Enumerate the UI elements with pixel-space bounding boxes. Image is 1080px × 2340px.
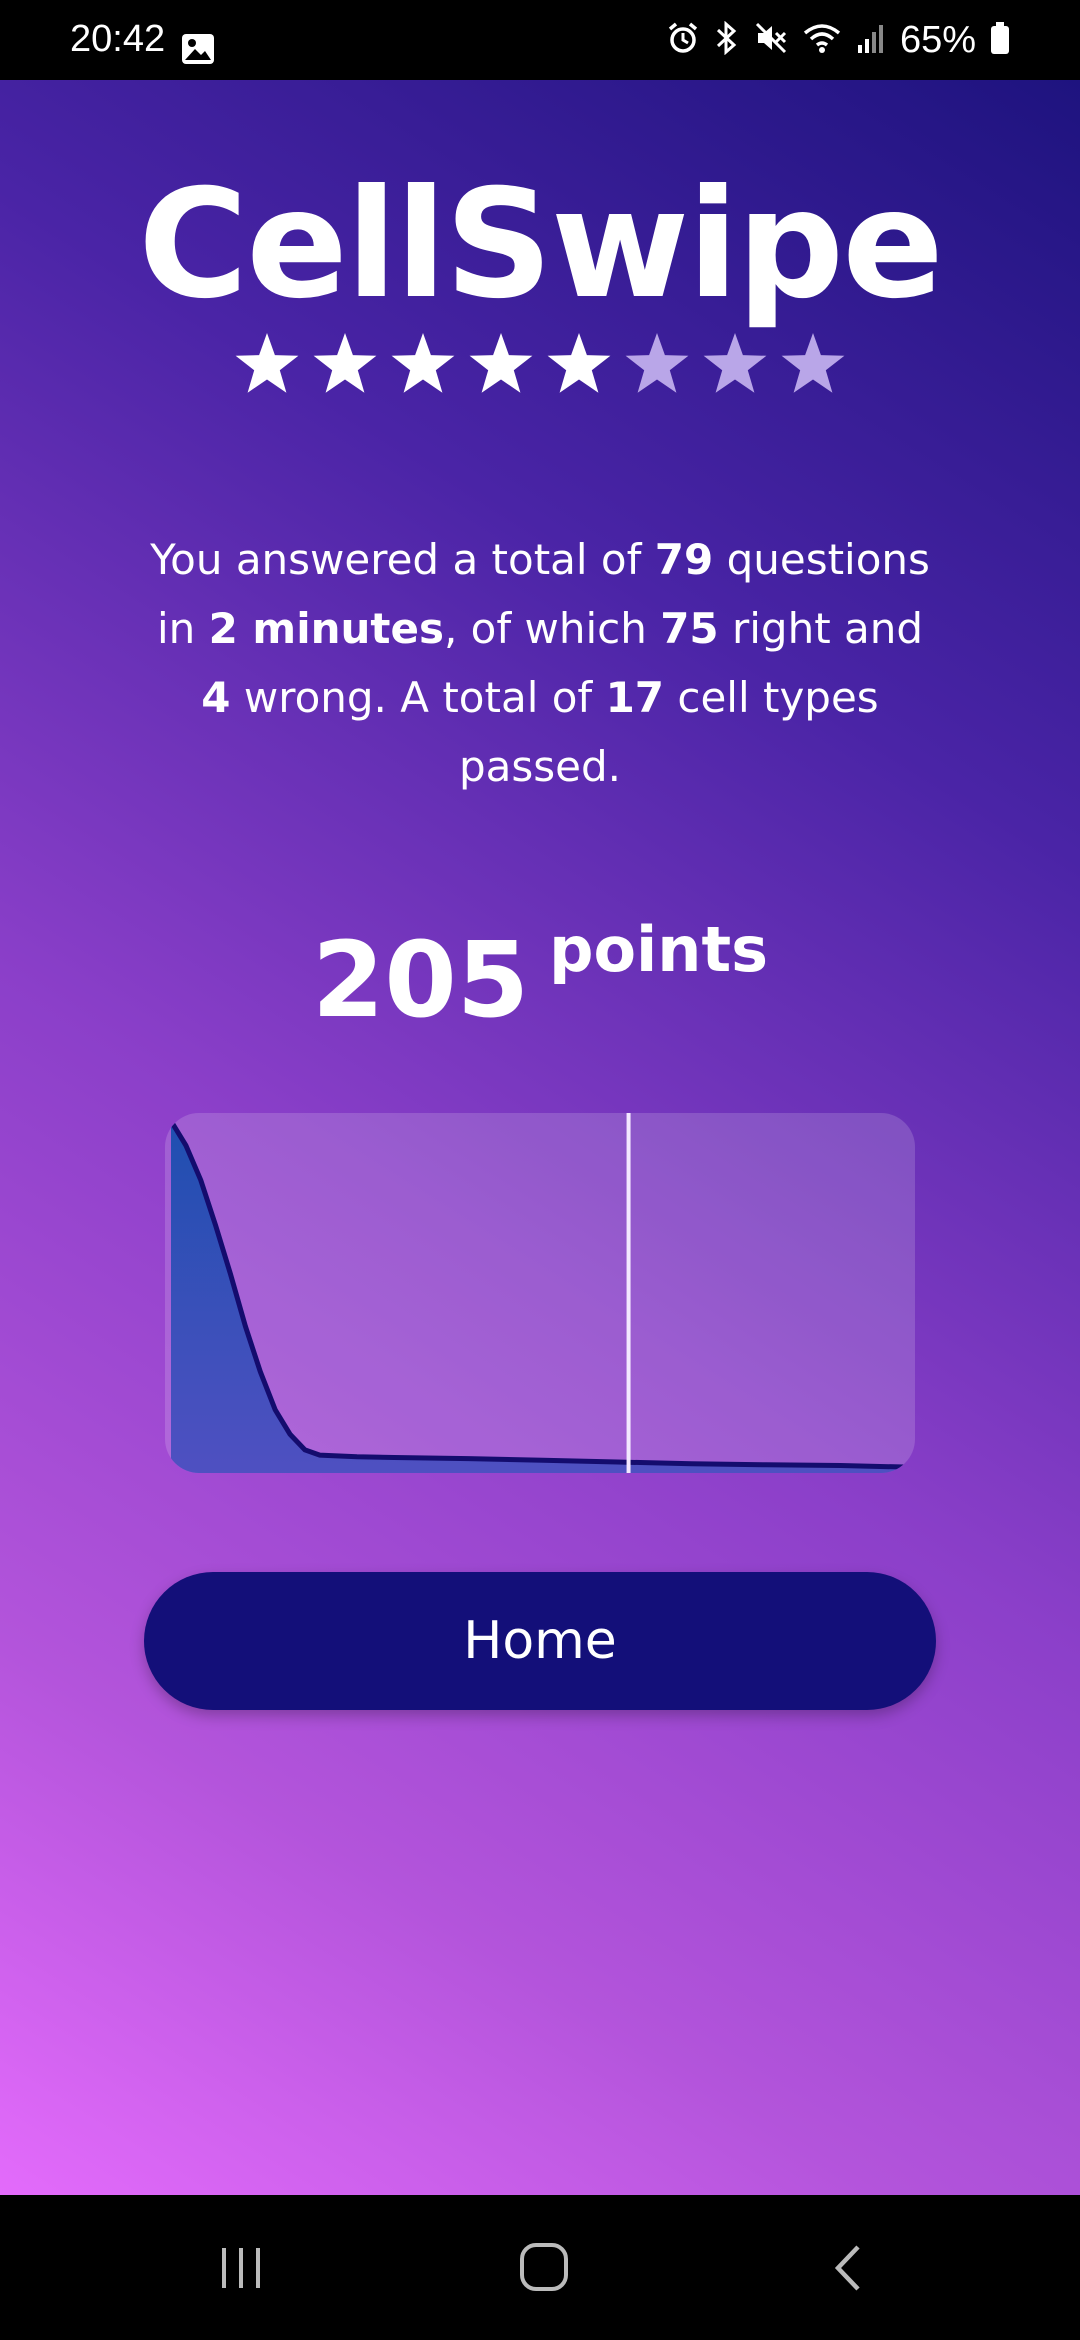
recents-icon[interactable] <box>216 2243 266 2297</box>
navigation-bar <box>0 2195 1080 2340</box>
app-title: CellSwipe <box>138 158 944 332</box>
right-count: 75 <box>660 604 719 653</box>
summary-text: You answered a total of <box>150 535 655 584</box>
back-icon[interactable] <box>828 2243 868 2297</box>
battery-icon <box>990 21 1010 59</box>
star-filled-icon <box>235 333 299 393</box>
performance-chart <box>165 1113 915 1473</box>
chart-svg <box>168 1113 915 1473</box>
star-filled-icon <box>469 333 533 393</box>
mute-icon <box>754 21 788 59</box>
score: 205 points <box>0 910 1080 1040</box>
results-screen: CellSwipe You answered a total of 79 que… <box>0 80 1080 2195</box>
total-questions: 79 <box>654 535 714 584</box>
summary-text: wrong. A total of <box>230 673 606 722</box>
bluetooth-icon <box>714 20 740 59</box>
status-bar: 20:42 65% <box>0 0 1080 80</box>
status-time: 20:42 <box>70 18 166 60</box>
score-unit: points <box>549 913 768 986</box>
status-icons: 65% <box>666 0 1010 80</box>
home-button[interactable]: Home <box>144 1572 936 1710</box>
star-rating <box>0 330 1080 396</box>
cell-types-count: 17 <box>605 673 665 722</box>
results-summary: You answered a total of 79 questions in … <box>140 525 940 801</box>
star-empty-icon <box>625 333 689 393</box>
star-filled-icon <box>547 333 611 393</box>
wrong-count: 4 <box>201 673 231 722</box>
gallery-icon <box>181 33 215 69</box>
star-filled-icon <box>391 333 455 393</box>
wifi-icon <box>802 21 842 59</box>
star-empty-icon <box>781 333 845 393</box>
duration: 2 minutes <box>208 604 444 653</box>
score-value: 205 <box>311 919 530 1041</box>
home-nav-icon[interactable] <box>518 2241 570 2297</box>
summary-text: , of which <box>443 604 661 653</box>
battery-percent: 65% <box>899 18 976 61</box>
signal-icon <box>856 21 886 59</box>
star-filled-icon <box>313 333 377 393</box>
star-empty-icon <box>703 333 767 393</box>
chart-line <box>168 1119 915 1470</box>
alarm-icon <box>666 21 700 59</box>
summary-text: right and <box>718 604 924 653</box>
